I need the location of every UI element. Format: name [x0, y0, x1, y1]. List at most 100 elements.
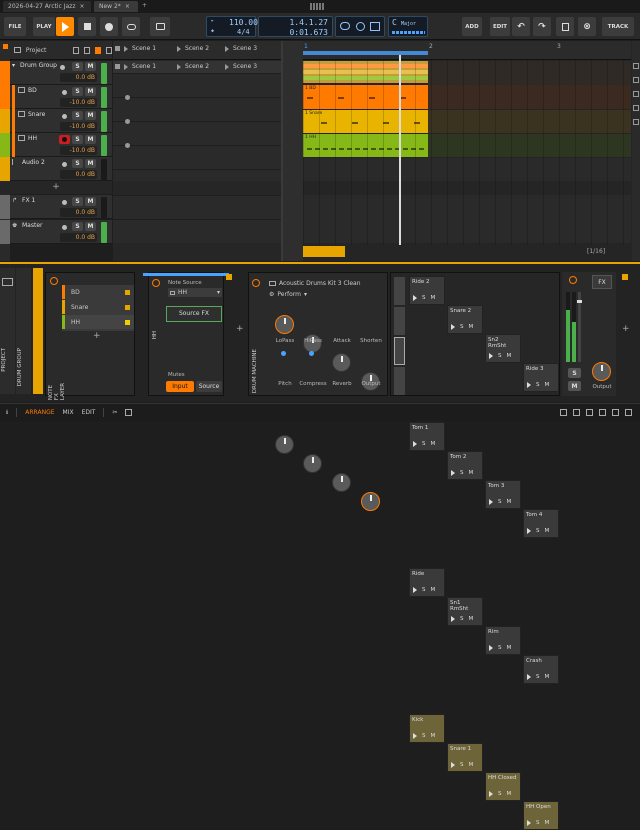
- scissors-icon[interactable]: ✂: [112, 409, 117, 416]
- solo-button[interactable]: S: [72, 87, 83, 96]
- record-arm-icon[interactable]: [62, 225, 67, 230]
- pad-solo[interactable]: S: [460, 616, 464, 622]
- mute-button[interactable]: M: [85, 62, 96, 71]
- key-display[interactable]: C Major: [388, 16, 428, 37]
- tempo-value[interactable]: 110.00: [229, 18, 258, 27]
- layer-led[interactable]: [125, 289, 130, 295]
- layout-icon[interactable]: [125, 409, 133, 416]
- mute-button[interactable]: M: [85, 111, 96, 120]
- pad-mute[interactable]: M: [545, 528, 550, 534]
- pad-solo[interactable]: S: [536, 674, 540, 680]
- undo-button[interactable]: ↶: [512, 17, 530, 36]
- browser-icon[interactable]: [560, 409, 567, 416]
- pad-mute[interactable]: M: [545, 382, 550, 388]
- scene-launch-2[interactable]: Scene 2: [177, 63, 209, 70]
- scene-label[interactable]: Scene 2: [185, 45, 209, 52]
- play-icon[interactable]: [489, 353, 493, 359]
- view-icon-4[interactable]: [105, 46, 112, 54]
- play-icon[interactable]: [451, 470, 455, 476]
- track-name[interactable]: FX 1: [22, 197, 35, 204]
- pad-solo[interactable]: S: [460, 324, 464, 330]
- pencil-tool-icon[interactable]: [633, 77, 639, 83]
- pad-mute[interactable]: M: [469, 762, 474, 768]
- pad-bank-2[interactable]: [394, 307, 405, 335]
- scene-label[interactable]: Scene 1: [132, 45, 156, 52]
- scene-header-2[interactable]: Scene 2: [177, 45, 209, 52]
- pad-mute[interactable]: M: [431, 295, 436, 301]
- pad-bank-3[interactable]: [394, 337, 405, 365]
- tempo-display[interactable]: ▸ 110.00 ◆ 4/4: [206, 16, 258, 37]
- play-icon[interactable]: [451, 324, 455, 330]
- time-signature[interactable]: 4/4: [237, 28, 250, 36]
- add-device-button[interactable]: +: [622, 324, 630, 334]
- pad-solo[interactable]: S: [460, 470, 464, 476]
- knob-pitch[interactable]: [275, 435, 294, 454]
- add-layer-button[interactable]: +: [93, 331, 101, 341]
- folder-icon[interactable]: ▾: [12, 62, 15, 69]
- pad-mute[interactable]: M: [507, 645, 512, 651]
- track-name[interactable]: BD: [28, 87, 37, 94]
- pad-mute[interactable]: M: [507, 791, 512, 797]
- mute-button[interactable]: M: [85, 197, 96, 206]
- close-panel-button[interactable]: ⊗: [578, 17, 596, 36]
- drum-pad[interactable]: HH Open S M: [523, 801, 559, 830]
- track-name[interactable]: Audio 2: [22, 159, 45, 166]
- track-name[interactable]: HH: [28, 135, 37, 142]
- track-audio-2[interactable]: Audio 2 S M 0.0 dB: [0, 157, 112, 181]
- scene-label[interactable]: Scene 3: [233, 45, 257, 52]
- pad-solo[interactable]: S: [536, 820, 540, 826]
- pad-mute[interactable]: M: [431, 587, 436, 593]
- play-icon[interactable]: [177, 45, 181, 52]
- drum-pad[interactable]: Tom 3 SM: [485, 480, 521, 509]
- device-slot-indicator[interactable]: [226, 274, 232, 280]
- pad-solo[interactable]: S: [422, 587, 426, 593]
- pad-solo[interactable]: S: [498, 791, 502, 797]
- record-arm-icon[interactable]: [62, 162, 67, 167]
- timeline-ruler[interactable]: 1 2 3: [303, 41, 631, 60]
- automation-display[interactable]: [335, 16, 385, 37]
- solo-button[interactable]: S: [72, 197, 83, 206]
- mute-button[interactable]: M: [568, 381, 581, 391]
- scene-launch-1[interactable]: Scene 1: [115, 63, 156, 70]
- volume-field[interactable]: -10.0 dB: [60, 122, 97, 131]
- knob-lopass[interactable]: [275, 315, 294, 334]
- volume-field[interactable]: -10.0 dB: [60, 98, 97, 107]
- tab-new[interactable]: New 2* ×: [94, 1, 138, 12]
- play-icon[interactable]: [451, 762, 455, 768]
- play-icon[interactable]: [527, 820, 531, 826]
- drum-pad[interactable]: Rim S M: [485, 626, 521, 655]
- add-track-button[interactable]: +: [0, 181, 112, 194]
- record-arm-icon[interactable]: [62, 90, 67, 95]
- track-name[interactable]: Snare: [28, 111, 45, 118]
- play-icon[interactable]: [527, 382, 531, 388]
- play-button[interactable]: [56, 17, 74, 36]
- play-icon[interactable]: [489, 645, 493, 651]
- keyboard-icon[interactable]: [612, 409, 619, 416]
- note-source-select[interactable]: HH ▾: [168, 288, 222, 297]
- pad-solo[interactable]: S: [536, 528, 540, 534]
- record-arm-icon[interactable]: [60, 65, 65, 70]
- track-drum-group[interactable]: ▾ Drum Group S M 0.0 dB: [0, 61, 112, 85]
- knob-output-main[interactable]: [592, 362, 611, 381]
- play-icon[interactable]: [489, 499, 493, 505]
- track-bd[interactable]: BD S M -10.0 dB: [0, 85, 112, 109]
- edit-view-button[interactable]: EDIT: [82, 409, 96, 416]
- add-button[interactable]: ADD: [462, 17, 482, 36]
- expand-icon[interactable]: [625, 409, 632, 416]
- power-icon[interactable]: [50, 277, 58, 285]
- drum-pad[interactable]: Tom 2 SM: [447, 451, 483, 480]
- play-menu-button[interactable]: PLAY: [33, 17, 55, 36]
- drum-pad[interactable]: Snare 2 SM: [447, 305, 483, 334]
- volume-fader[interactable]: [577, 292, 582, 362]
- solo-button[interactable]: S: [568, 368, 581, 378]
- scene-header-3[interactable]: Scene 3: [225, 45, 257, 52]
- play-icon[interactable]: [489, 791, 493, 797]
- inspector-icon[interactable]: [3, 44, 8, 49]
- close-icon[interactable]: ×: [125, 3, 130, 10]
- pad-mute[interactable]: M: [469, 324, 474, 330]
- automation-icon[interactable]: [340, 22, 350, 30]
- drum-pad[interactable]: Kick S M: [409, 714, 445, 743]
- mixer-icon[interactable]: [586, 409, 593, 416]
- pad-solo[interactable]: S: [498, 645, 502, 651]
- knob-compress[interactable]: [303, 454, 322, 473]
